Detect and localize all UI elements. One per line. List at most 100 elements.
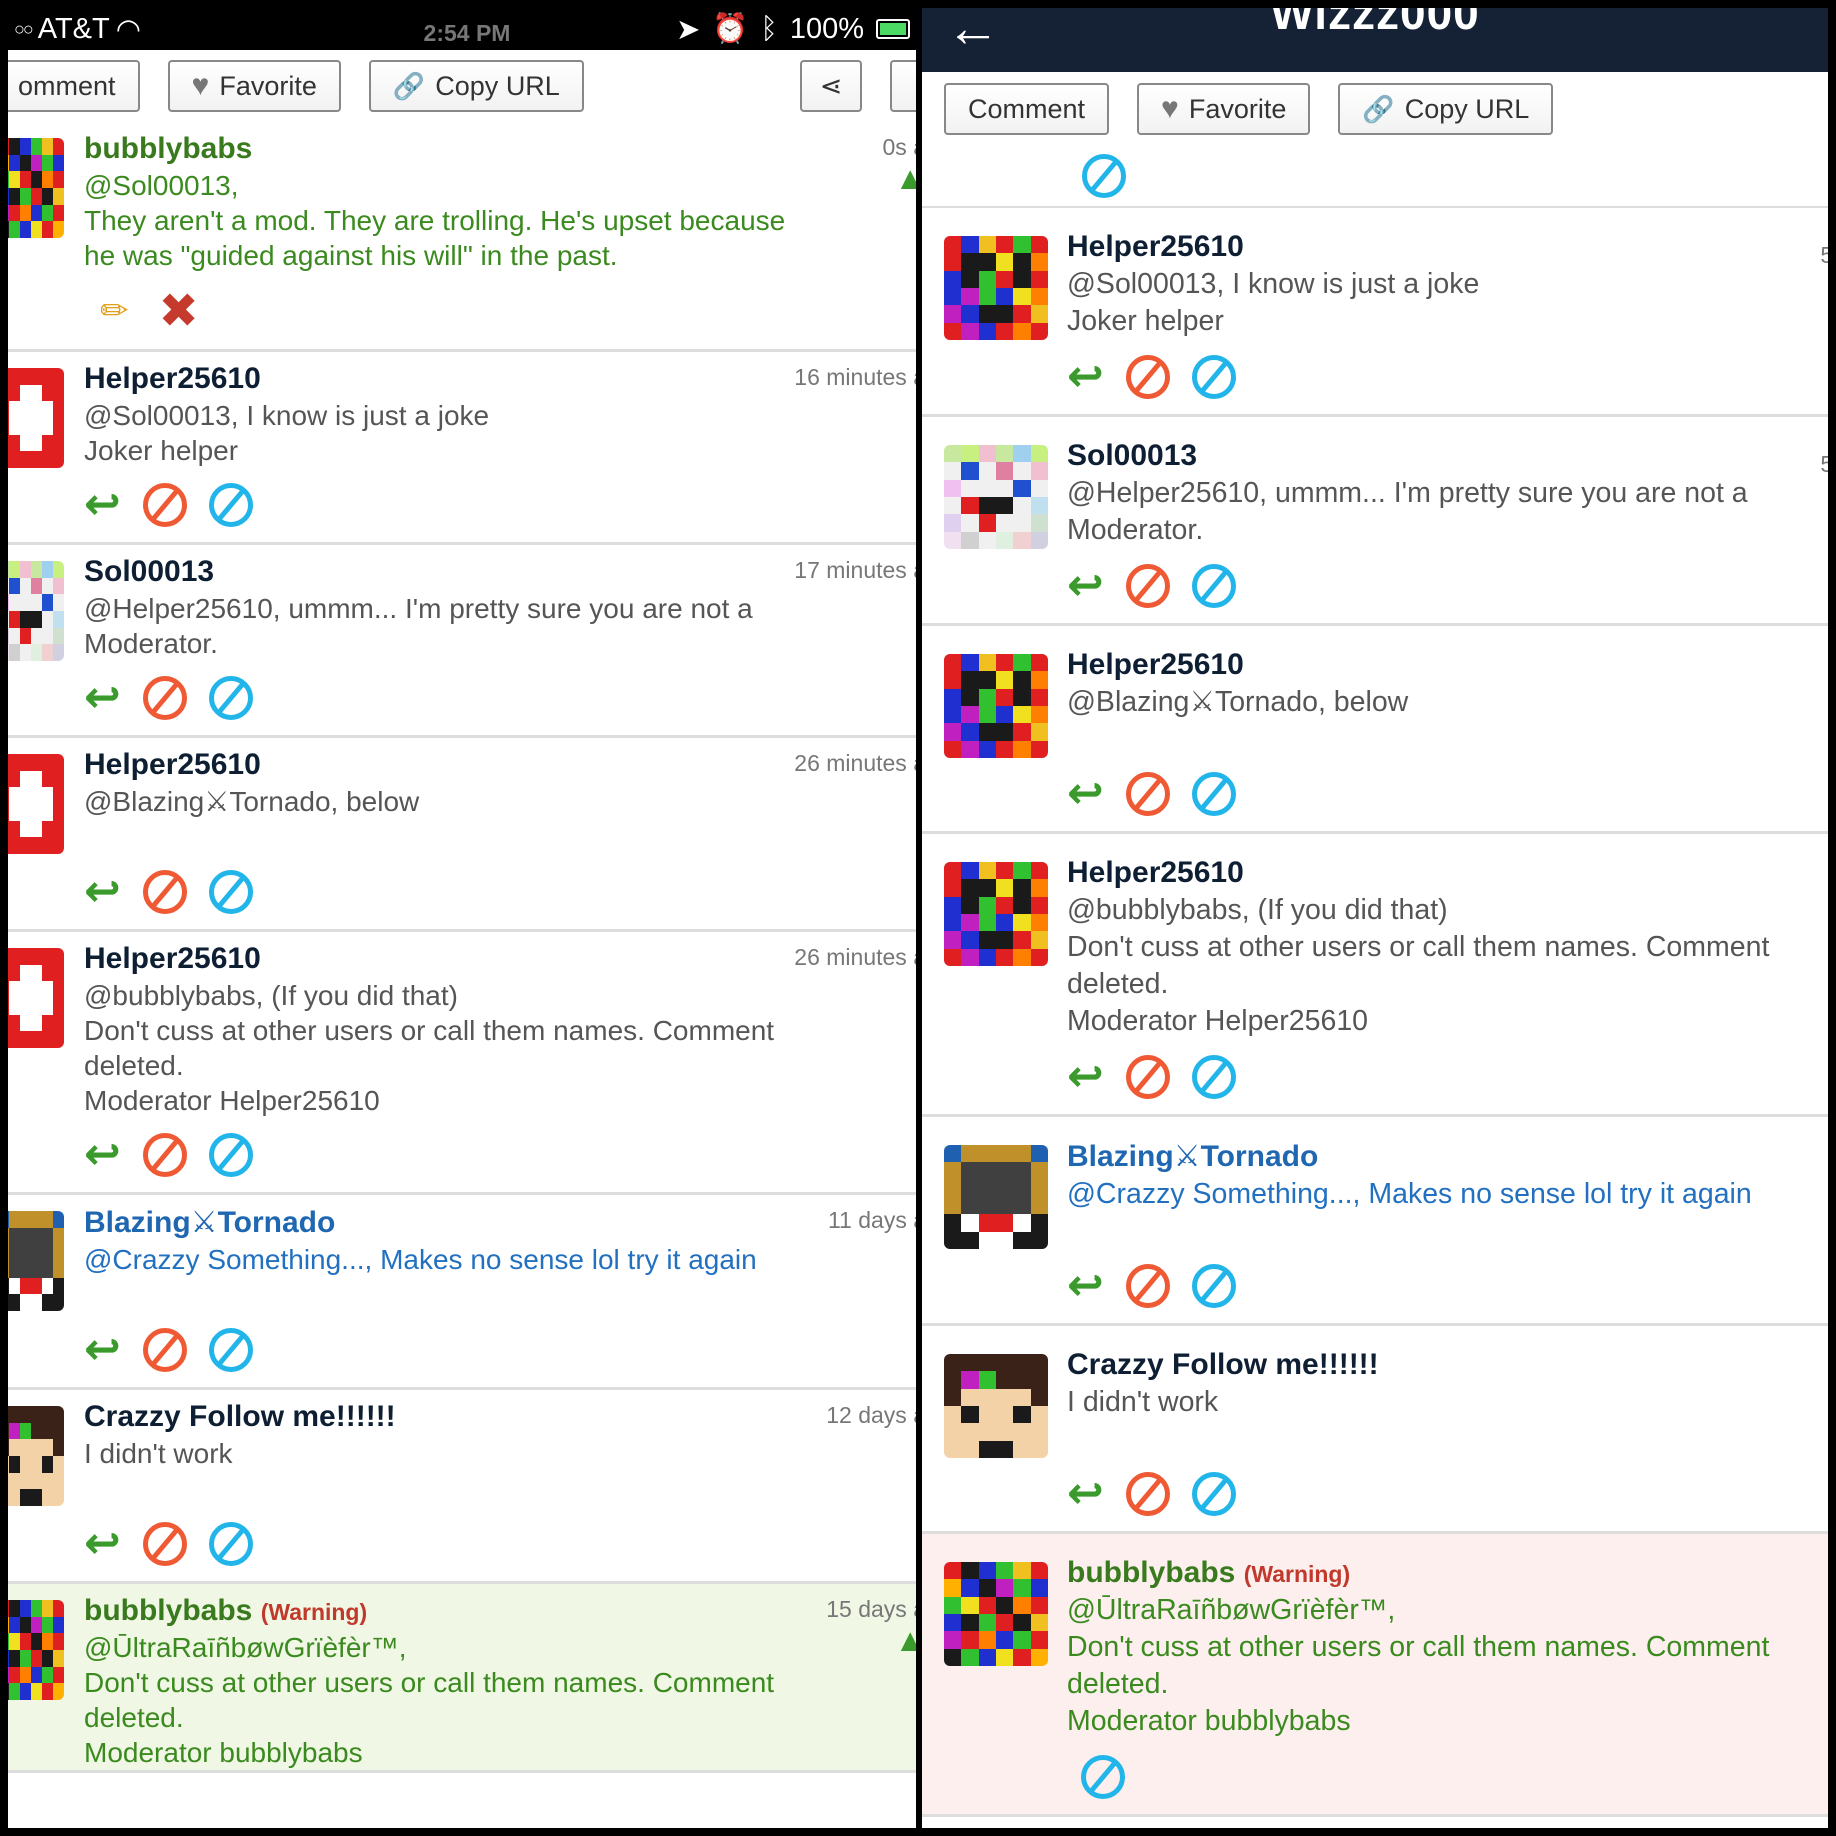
block-icon[interactable]: [1125, 1472, 1170, 1516]
avatar[interactable]: [944, 654, 1048, 758]
copy-url-button[interactable]: 🔗 Copy URL: [368, 60, 584, 112]
username[interactable]: Sol00013: [1067, 439, 1828, 473]
ban-icon[interactable]: [1082, 154, 1126, 198]
comment-button[interactable]: Comment: [944, 83, 1110, 135]
reply-icon[interactable]: ↩: [84, 676, 121, 720]
bluetooth-icon: ᛒ: [760, 12, 778, 45]
avatar[interactable]: [8, 1211, 64, 1311]
username[interactable]: Helper25610: [84, 748, 916, 782]
comment-item: bubblybabs 0s a @Sol00013, They aren't a m…: [8, 122, 916, 352]
username[interactable]: Helper25610: [84, 362, 916, 396]
upvote-arrow-icon[interactable]: ▲: [894, 160, 916, 197]
username-text: Sol00013: [1067, 439, 1198, 472]
reply-icon[interactable]: ↩: [1067, 1472, 1104, 1516]
ban-icon[interactable]: [208, 1328, 253, 1372]
carrier: ○○ AT&T ◠: [14, 12, 141, 47]
avatar[interactable]: [8, 754, 64, 854]
avatar[interactable]: [944, 1562, 1048, 1666]
comment-actions: ↩: [1067, 1040, 1828, 1114]
ban-icon[interactable]: [208, 1522, 253, 1566]
delete-icon[interactable]: ✖: [159, 283, 199, 339]
reply-icon[interactable]: ↩: [1067, 772, 1104, 816]
avatar[interactable]: [8, 1406, 64, 1506]
comment-item: Helper25610 16 minutes a @Sol00013, I know…: [8, 352, 916, 545]
username[interactable]: Helper25610: [1067, 648, 1828, 682]
ban-icon[interactable]: [1191, 1472, 1236, 1516]
comment-body: @ŪltraRaīñbøwGrïèfèr™, Don't cuss at oth…: [1067, 1594, 1770, 1737]
avatar[interactable]: [944, 1354, 1048, 1458]
reply-icon[interactable]: ↩: [84, 483, 121, 527]
ban-icon[interactable]: [208, 870, 253, 914]
avatar[interactable]: [8, 1600, 64, 1700]
ban-icon[interactable]: [1081, 1755, 1125, 1799]
block-icon[interactable]: [1125, 772, 1170, 816]
username[interactable]: Sol00013: [84, 555, 916, 589]
upvote-arrow-icon[interactable]: ▲: [894, 1622, 916, 1659]
timestamp: 53: [1820, 451, 1828, 477]
username[interactable]: Helper25610: [1067, 230, 1828, 264]
ban-icon[interactable]: [1191, 355, 1236, 399]
username[interactable]: Helper25610: [84, 942, 916, 976]
username[interactable]: bubblybabs (Warning): [84, 1594, 916, 1628]
share-button[interactable]: ⋖: [800, 60, 862, 112]
comment-body: @Crazzy Something..., Makes no sense lol…: [84, 1244, 757, 1275]
avatar[interactable]: [944, 445, 1048, 549]
block-icon[interactable]: [142, 870, 187, 914]
ban-icon[interactable]: [1191, 772, 1236, 816]
avatar[interactable]: [8, 368, 64, 468]
comment-button[interactable]: omment: [8, 60, 140, 112]
username[interactable]: Helper25610: [1067, 856, 1828, 890]
block-icon[interactable]: [1125, 564, 1170, 608]
username[interactable]: Crazzy Follow me!!!!!!: [84, 1400, 916, 1434]
pencil-icon[interactable]: ✏: [100, 291, 129, 331]
comment-body: @Blazing⚔Tornado, below: [1067, 686, 1409, 718]
copy-url-button[interactable]: 🔗 Copy URL: [1338, 83, 1554, 135]
username-text: Blazing⚔Tornado: [84, 1206, 336, 1239]
heart-icon: ♥: [191, 69, 210, 102]
block-icon[interactable]: [142, 676, 187, 720]
reply-icon[interactable]: ↩: [1067, 1264, 1104, 1308]
right-screenshot: ← Wizzz000 Comment ♥ Favorite 🔗 Copy URL…: [922, 8, 1828, 1828]
username[interactable]: Blazing⚔Tornado: [1067, 1139, 1828, 1174]
ban-icon[interactable]: [208, 483, 253, 527]
ban-icon[interactable]: [208, 1133, 253, 1177]
avatar[interactable]: [944, 1145, 1048, 1249]
timestamp: 16 minutes a: [794, 364, 916, 390]
username[interactable]: Crazzy Follow me!!!!!!: [1067, 1348, 1828, 1382]
block-icon[interactable]: [142, 483, 187, 527]
avatar[interactable]: [8, 948, 64, 1048]
favorite-button[interactable]: ♥ Favorite: [167, 60, 341, 112]
ban-icon[interactable]: [1191, 1264, 1236, 1308]
username[interactable]: Blazing⚔Tornado: [84, 1205, 916, 1240]
reply-icon[interactable]: ↩: [84, 1133, 121, 1177]
ban-icon[interactable]: [208, 676, 253, 720]
ban-icon[interactable]: [1191, 564, 1236, 608]
signal-icon: ○○: [14, 18, 34, 39]
username[interactable]: bubblybabs: [84, 132, 916, 166]
username-text: Helper25610: [84, 942, 261, 975]
reply-icon[interactable]: ↩: [1067, 1055, 1104, 1099]
more-button[interactable]: [890, 60, 916, 112]
favorite-button[interactable]: ♥ Favorite: [1137, 83, 1311, 135]
avatar[interactable]: [944, 862, 1048, 966]
username[interactable]: bubblybabs (Warning): [1067, 1556, 1828, 1590]
block-icon[interactable]: [142, 1328, 187, 1372]
ban-icon[interactable]: [1191, 1055, 1236, 1099]
block-icon[interactable]: [142, 1522, 187, 1566]
reply-icon[interactable]: ↩: [84, 870, 121, 914]
reply-icon[interactable]: ↩: [1067, 355, 1104, 399]
reply-icon[interactable]: ↩: [1067, 564, 1104, 608]
avatar[interactable]: [944, 236, 1048, 340]
avatar[interactable]: [8, 561, 64, 661]
reply-icon[interactable]: ↩: [84, 1328, 121, 1372]
avatar[interactable]: [8, 138, 64, 238]
reply-icon[interactable]: ↩: [84, 1522, 121, 1566]
block-icon[interactable]: [142, 1133, 187, 1177]
block-icon[interactable]: [1125, 1264, 1170, 1308]
block-icon[interactable]: [1125, 355, 1170, 399]
block-icon[interactable]: [1125, 1055, 1170, 1099]
comment-actions: ↩: [1067, 757, 1828, 831]
timestamp: 12 days a: [826, 1402, 916, 1428]
